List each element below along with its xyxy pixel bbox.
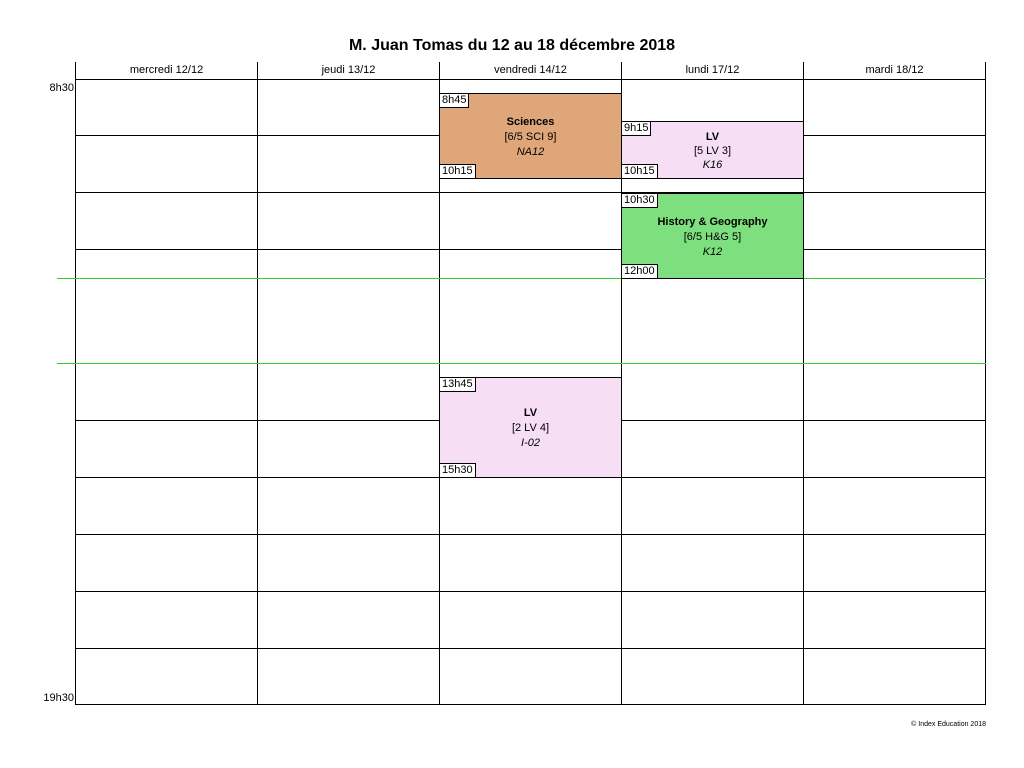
grid-divider (75, 192, 986, 193)
event-subject: Sciences (506, 116, 555, 128)
event-end-time: 10h15 (621, 164, 658, 179)
grid-divider (75, 648, 986, 649)
event-subject: History & Geography (657, 216, 768, 228)
event-start-time: 8h45 (439, 93, 470, 108)
grid-divider (75, 249, 986, 250)
event-group: [6/5 SCI 9] (504, 131, 557, 143)
day-header-mon: lundi 17/12 (685, 64, 740, 76)
day-header-wed: mercredi 12/12 (129, 64, 204, 76)
event-start-time: 10h30 (621, 193, 658, 208)
day-header-tue: mardi 18/12 (865, 64, 924, 76)
grid-divider (75, 704, 986, 705)
event-subject: LV (523, 407, 538, 419)
copyright-footer: © Index Education 2018 (911, 721, 986, 728)
event-room: NA12 (516, 146, 545, 158)
lunch-end-line (57, 363, 986, 364)
event-end-time: 10h15 (439, 164, 476, 179)
time-end-label: 19h30 (43, 692, 74, 704)
schedule-title: M. Juan Tomas du 12 au 18 décembre 2018 (348, 37, 676, 54)
grid-divider (75, 79, 986, 80)
day-header-thu: jeudi 13/12 (321, 64, 376, 76)
grid-divider (985, 62, 986, 705)
event-group: [2 LV 4] (511, 422, 550, 434)
grid-divider (257, 62, 258, 705)
event-group: [6/5 H&G 5] (683, 231, 742, 243)
day-header-fri: vendredi 14/12 (494, 64, 567, 76)
grid-divider (75, 62, 76, 705)
grid-divider (75, 591, 986, 592)
grid-divider (75, 534, 986, 535)
event-end-time: 12h00 (621, 264, 658, 279)
lunch-start-line (57, 278, 986, 279)
event-subject: LV (705, 131, 720, 143)
event-sciences[interactable]: 8h45 Sciences [6/5 SCI 9] NA12 10h15 (439, 93, 622, 179)
event-lv-fri[interactable]: 13h45 LV [2 LV 4] I-02 15h30 (439, 377, 622, 478)
event-room: K12 (702, 246, 723, 258)
event-group: [5 LV 3] (693, 145, 732, 157)
event-lv-mon[interactable]: 9h15 LV [5 LV 3] K16 10h15 (621, 121, 804, 179)
event-end-time: 15h30 (439, 463, 476, 478)
event-start-time: 13h45 (439, 377, 476, 392)
event-history-geography[interactable]: 10h30 History & Geography [6/5 H&G 5] K1… (621, 193, 804, 279)
event-room: I-02 (521, 437, 540, 449)
time-start-label: 8h30 (49, 82, 74, 94)
